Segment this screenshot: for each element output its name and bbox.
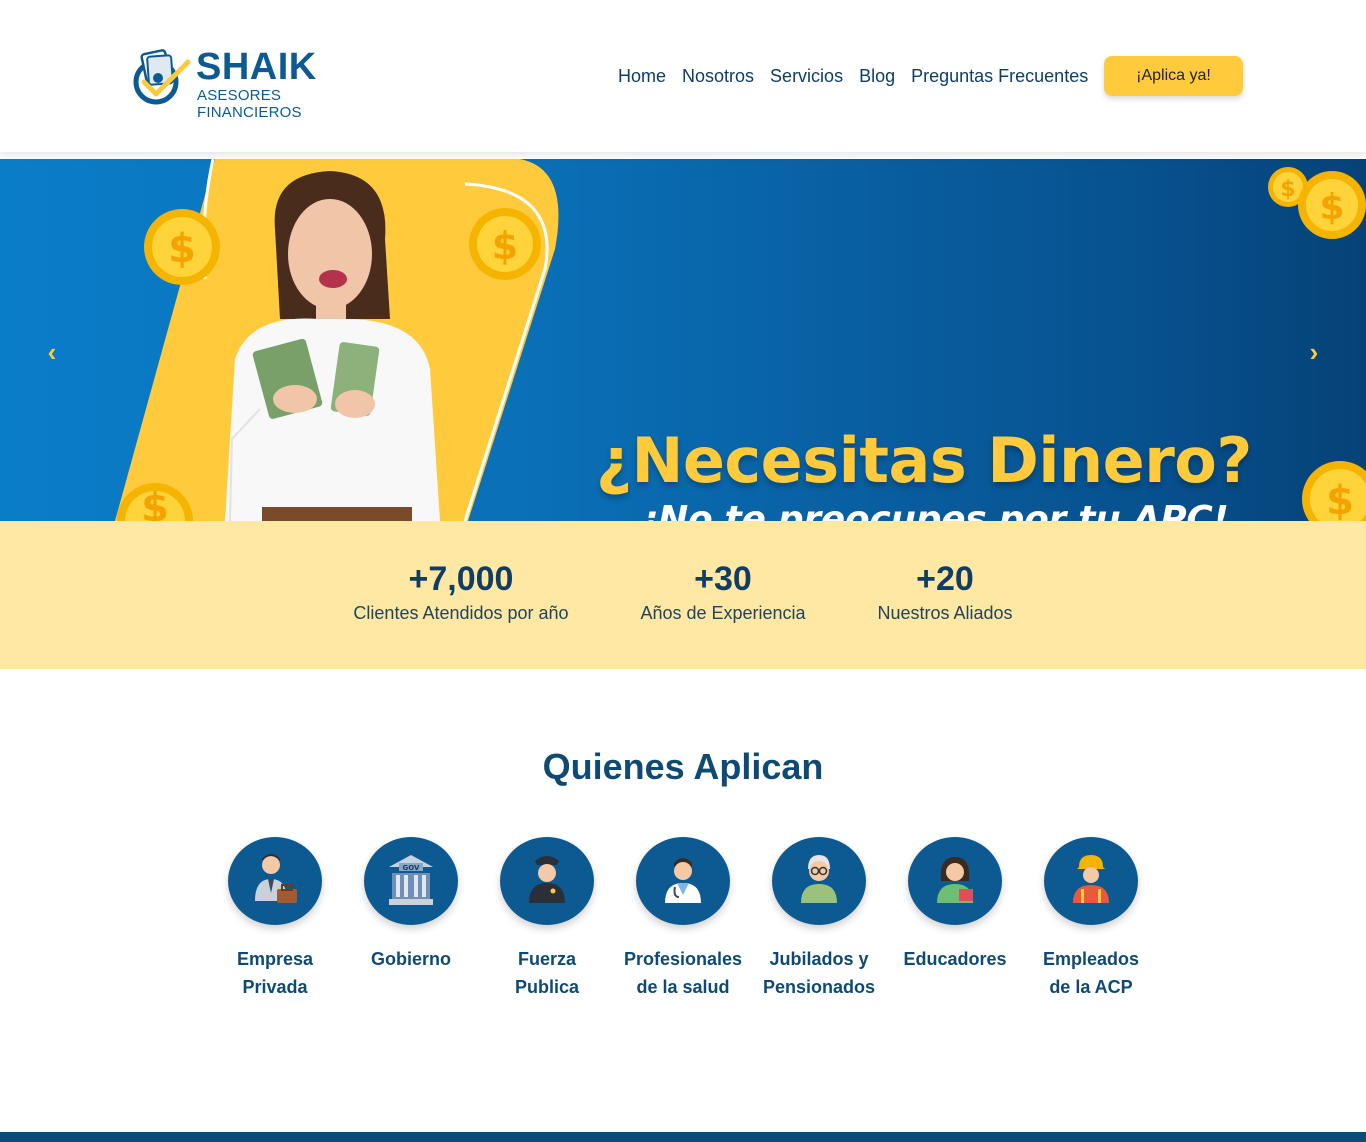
stats-band: +7,000 Clientes Atendidos por año +30 Añ…	[0, 521, 1366, 669]
coin-icon: $	[144, 209, 220, 285]
logo-money-check-icon	[133, 49, 191, 105]
card-label: Profesionales de la salud	[623, 949, 743, 997]
applicant-card-empresa-privada[interactable]: Empresa Privada	[205, 837, 345, 1001]
police-officer-icon	[500, 837, 594, 925]
stat-label: Clientes Atendidos por año	[353, 603, 569, 623]
svg-text:$: $	[141, 485, 169, 521]
businessman-icon	[228, 837, 322, 925]
card-label: Empleados de la ACP	[1042, 949, 1140, 997]
brand-tagline: ASESORES FINANCIEROS	[197, 87, 302, 121]
site-header: SHAIK ASESORES FINANCIEROS Home Nosotros…	[0, 0, 1366, 152]
hero-carousel: $ $ $ $ $ $ ¿Necesitas Dinero? ¡No te pr…	[0, 159, 1366, 521]
section-title: Quienes Aplican	[542, 746, 824, 787]
stat-allies: +20 Nuestros Aliados	[855, 559, 1035, 624]
card-label: Jubilados y Pensionados	[762, 949, 876, 997]
chevron-right-icon[interactable]: ›	[1300, 337, 1328, 367]
brand-logo[interactable]: SHAIK ASESORES FINANCIEROS	[130, 44, 390, 121]
apply-now-button[interactable]: ¡Aplica ya!	[1104, 56, 1243, 96]
nav-item-blog[interactable]: Blog	[851, 64, 903, 88]
stat-label: Nuestros Aliados	[877, 603, 1013, 623]
applicant-card-educadores[interactable]: Educadores	[885, 837, 1025, 973]
government-building-icon: GOV	[364, 837, 458, 925]
stat-experience: +30 Años de Experiencia	[623, 559, 823, 624]
stat-value: +20	[916, 560, 974, 598]
doctor-icon	[636, 837, 730, 925]
footer-top-bar	[0, 1132, 1366, 1142]
stat-clients: +7,000 Clientes Atendidos por año	[340, 559, 582, 624]
svg-text:GOV: GOV	[403, 864, 421, 872]
card-label: Empresa Privada	[236, 949, 314, 997]
nav-item-home[interactable]: Home	[610, 64, 674, 88]
main-nav: Home Nosotros Servicios Blog Preguntas F…	[610, 64, 1096, 88]
stat-value: +7,000	[408, 560, 514, 598]
applicant-card-jubilados[interactable]: Jubilados y Pensionados	[749, 837, 889, 1001]
applicant-card-acp[interactable]: Empleados de la ACP	[1021, 837, 1161, 1001]
applicant-card-fuerza-publica[interactable]: Fuerza Publica	[477, 837, 617, 1001]
chevron-left-icon[interactable]: ‹	[38, 337, 66, 367]
applicant-card-gobierno[interactable]: GOV Gobierno	[341, 837, 481, 973]
nav-item-faq[interactable]: Preguntas Frecuentes	[903, 64, 1096, 88]
svg-text:$: $	[1280, 177, 1295, 202]
svg-text:$: $	[1319, 187, 1344, 228]
svg-text:$: $	[492, 224, 518, 268]
card-label: Gobierno	[371, 949, 451, 969]
nav-item-servicios[interactable]: Servicios	[762, 64, 851, 88]
card-label: Educadores	[903, 949, 1007, 969]
hero-subtitle: ¡No te preocupes por tu APC!	[642, 499, 1229, 521]
stat-label: Años de Experiencia	[640, 603, 806, 623]
svg-text:$: $	[1326, 478, 1354, 521]
stat-value: +30	[694, 560, 752, 598]
elderly-person-icon	[772, 837, 866, 925]
card-label: Fuerza Publica	[514, 949, 580, 997]
hero-title: ¿Necesitas Dinero?	[596, 424, 1252, 497]
teacher-icon	[908, 837, 1002, 925]
brand-name: SHAIK	[196, 46, 317, 88]
svg-text:$: $	[168, 226, 196, 272]
nav-item-nosotros[interactable]: Nosotros	[674, 64, 762, 88]
construction-worker-icon	[1044, 837, 1138, 925]
applicant-card-profesionales-salud[interactable]: Profesionales de la salud	[613, 837, 753, 1001]
